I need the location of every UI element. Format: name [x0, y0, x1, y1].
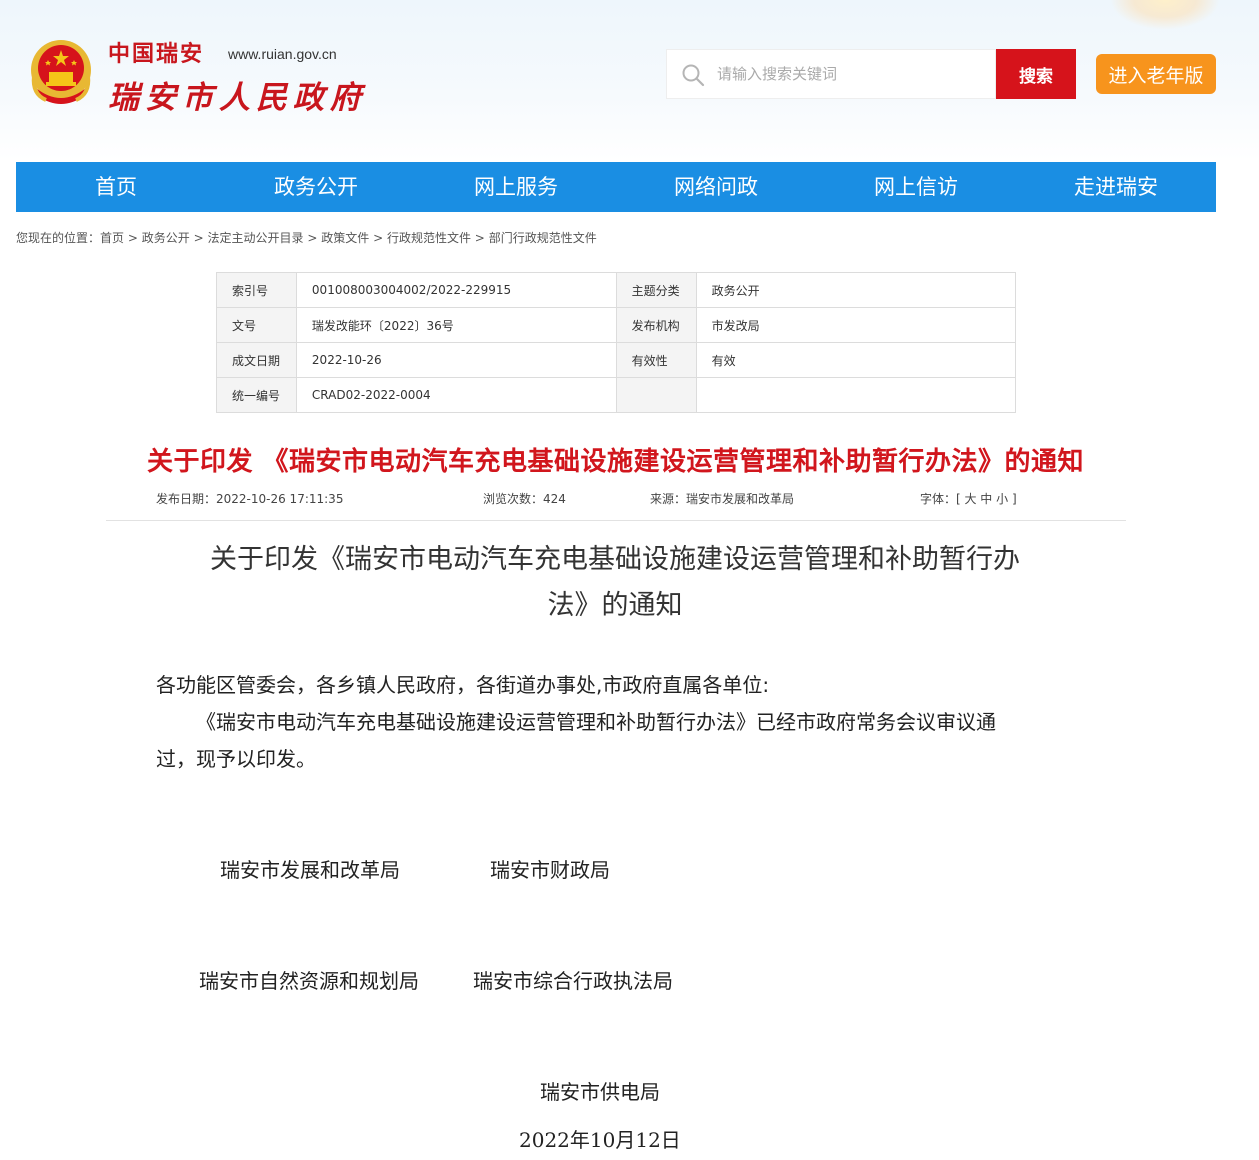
- table-row: 文号 瑞发改能环〔2022〕36号 发布机构 市发改局: [216, 307, 1017, 343]
- meta-label: 发布机构: [615, 307, 697, 343]
- search-button[interactable]: 搜索: [996, 49, 1076, 99]
- meta-label: 有效性: [615, 342, 697, 378]
- breadcrumb-item-home[interactable]: 首页: [100, 231, 124, 245]
- meta-value: 有效: [695, 342, 1017, 378]
- body-paragraph: 《瑞安市电动汽车充电基础设施建设运营管理和补助暂行办法》已经市政府常务会议审议通: [196, 710, 996, 734]
- document-meta-table: 索引号 001008003004002/2022-229915 主题分类 政务公…: [216, 272, 1017, 413]
- document-title-line: 关于印发《瑞安市电动汽车充电基础设施建设运营管理和补助暂行办: [210, 544, 1020, 575]
- breadcrumb-item-catalog[interactable]: 法定主动公开目录: [207, 231, 303, 245]
- meta-value: 市发改局: [695, 307, 1017, 343]
- nav-item-online-service[interactable]: 网上服务: [416, 162, 616, 212]
- meta-value: CRAD02-2022-0004: [295, 377, 617, 413]
- font-size-switcher[interactable]: 字体：[ 大 中 小 ]: [920, 490, 1017, 507]
- breadcrumb-separator: >: [127, 231, 138, 245]
- main-nav: 首页 政务公开 网上服务 网络问政 网上信访 走进瑞安: [16, 162, 1216, 212]
- meta-value: 瑞发改能环〔2022〕36号: [295, 307, 617, 343]
- logo-url: www.ruian.gov.cn: [228, 46, 337, 62]
- table-row: 成文日期 2022-10-26 有效性 有效: [216, 342, 1017, 378]
- table-row: 统一编号 CRAD02-2022-0004: [216, 377, 1017, 413]
- breadcrumb-separator: >: [307, 231, 318, 245]
- meta-value-empty: [695, 377, 1017, 413]
- logo-text-top: 中国瑞安: [108, 41, 205, 67]
- nav-item-gov-affairs[interactable]: 政务公开: [216, 162, 416, 212]
- signer: 瑞安市财政局: [490, 858, 610, 882]
- article-source: 来源：瑞安市发展和改革局: [650, 492, 795, 506]
- meta-label: 统一编号: [216, 377, 297, 413]
- search-box: [666, 49, 996, 99]
- nav-item-home[interactable]: 首页: [16, 162, 216, 212]
- header-glow: [1110, 0, 1220, 30]
- meta-value: 2022-10-26: [295, 342, 617, 378]
- signer: 瑞安市供电局: [540, 1080, 660, 1104]
- body-paragraph-continued: 过，现予以印发。: [156, 747, 316, 771]
- table-row: 索引号 001008003004002/2022-229915 主题分类 政务公…: [216, 272, 1017, 308]
- divider: [106, 520, 1126, 521]
- breadcrumb-item-dept-normative[interactable]: 部门行政规范性文件: [489, 231, 597, 245]
- article-title: 关于印发 《瑞安市电动汽车充电基础设施建设运营管理和补助暂行办法》的通知: [146, 447, 1085, 477]
- breadcrumb-separator: >: [193, 231, 204, 245]
- breadcrumb-item-normative[interactable]: 行政规范性文件: [387, 231, 471, 245]
- meta-label: 成文日期: [216, 342, 297, 378]
- search-input[interactable]: [717, 50, 992, 98]
- nav-item-online-inquiry[interactable]: 网络问政: [616, 162, 816, 212]
- signer: 瑞安市自然资源和规划局: [199, 969, 419, 993]
- site-header: 中国瑞安 www.ruian.gov.cn 瑞安市人民政府 搜索 进入老年版: [0, 0, 1259, 160]
- meta-label-empty: [615, 377, 697, 413]
- meta-label: 主题分类: [615, 272, 697, 308]
- breadcrumb: 您现在的位置：首页 > 政务公开 > 法定主动公开目录 > 政策文件 > 行政规…: [16, 229, 597, 246]
- signer: 瑞安市综合行政执法局: [473, 969, 673, 993]
- logo-text-main: 瑞安市人民政府: [108, 80, 367, 116]
- publish-date: 发布日期：2022-10-26 17:11:35: [156, 492, 344, 506]
- breadcrumb-prefix: 您现在的位置：: [16, 231, 101, 245]
- search-icon: [682, 64, 705, 87]
- sign-date: 2022年10月12日: [519, 1128, 681, 1152]
- meta-label: 文号: [216, 307, 297, 343]
- breadcrumb-item-gov-affairs[interactable]: 政务公开: [142, 231, 190, 245]
- national-emblem-icon: [31, 40, 91, 104]
- meta-label: 索引号: [216, 272, 297, 308]
- breadcrumb-separator: >: [373, 231, 384, 245]
- view-count: 浏览次数：424: [483, 492, 566, 506]
- breadcrumb-item-policy[interactable]: 政策文件: [321, 231, 369, 245]
- meta-value: 001008003004002/2022-229915: [295, 272, 617, 308]
- nav-item-about-ruian[interactable]: 走进瑞安: [1016, 162, 1216, 212]
- document-title-line: 法》的通知: [547, 590, 683, 621]
- salutation: 各功能区管委会，各乡镇人民政府，各街道办事处,市政府直属各单位:: [156, 673, 770, 697]
- breadcrumb-separator: >: [474, 231, 485, 245]
- document-title: 关于印发《瑞安市电动汽车充电基础设施建设运营管理和补助暂行办 法》的通知: [170, 537, 1060, 629]
- meta-value: 政务公开: [695, 272, 1017, 308]
- elder-mode-button[interactable]: 进入老年版: [1096, 54, 1216, 94]
- signer: 瑞安市发展和改革局: [220, 858, 400, 882]
- nav-item-online-petition[interactable]: 网上信访: [816, 162, 1016, 212]
